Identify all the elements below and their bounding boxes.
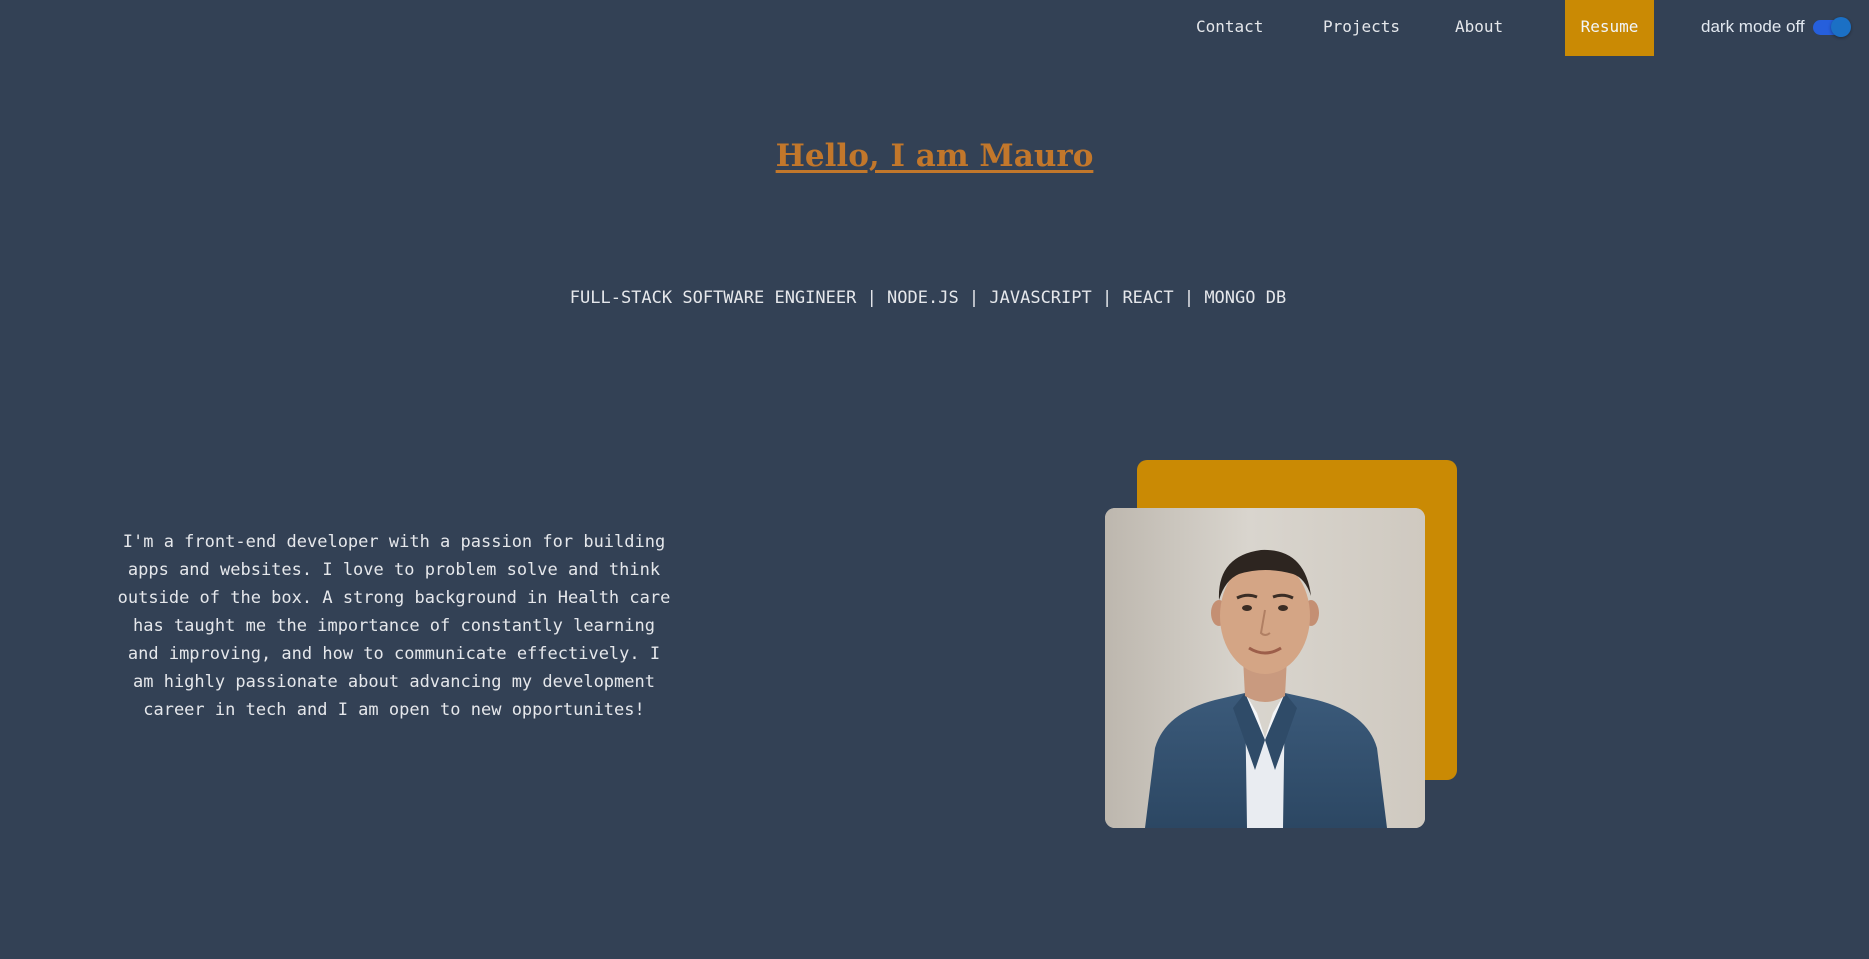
resume-button[interactable]: Resume [1565, 0, 1654, 56]
top-nav: Contact Projects About Resume dark mode … [0, 0, 1869, 56]
dark-mode-toggle[interactable] [1813, 17, 1851, 37]
dark-mode-label: dark mode off [1701, 17, 1805, 36]
nav-link-contact[interactable]: Contact [1196, 0, 1263, 54]
nav-link-projects[interactable]: Projects [1323, 0, 1400, 54]
hero-headline: Hello, I am Mauro [775, 138, 1094, 174]
toggle-knob [1831, 17, 1851, 37]
about-bio: I'm a front-end developer with a passion… [117, 532, 671, 720]
nav-link-about[interactable]: About [1455, 0, 1503, 54]
profile-photo [1105, 508, 1425, 828]
portrait-illustration [1105, 508, 1425, 828]
hero-subtitle: FULL-STACK SOFTWARE ENGINEER | NODE.JS |… [569, 288, 1287, 308]
